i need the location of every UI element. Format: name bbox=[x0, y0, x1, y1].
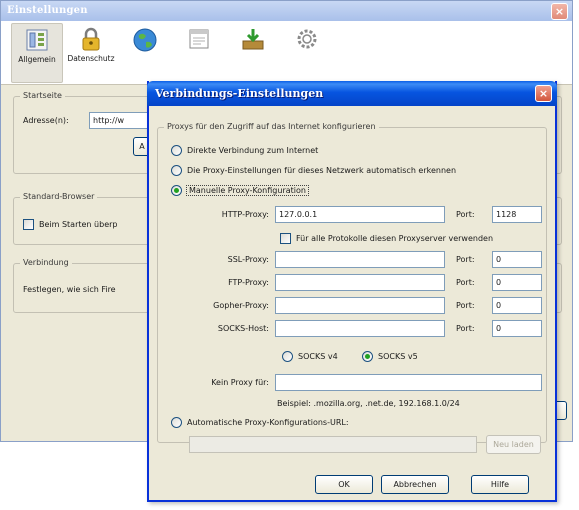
verbindung-title: Verbindung bbox=[20, 258, 72, 267]
reload-button[interactable]: Neu laden bbox=[486, 435, 541, 454]
http-proxy-label: HTTP-Proxy: bbox=[221, 210, 269, 219]
socks-v4-radio[interactable] bbox=[282, 351, 293, 362]
address-label: Adresse(n): bbox=[23, 116, 69, 125]
auto-config-url-radio[interactable] bbox=[171, 417, 182, 428]
gopher-port-input[interactable]: 0 bbox=[492, 297, 542, 314]
auto-config-url-input[interactable] bbox=[189, 436, 477, 453]
ftp-port-input[interactable]: 0 bbox=[492, 274, 542, 291]
use-same-proxy-checkbox[interactable] bbox=[280, 233, 291, 244]
dialog-body: Proxys für den Zugriff auf das Internet … bbox=[149, 106, 555, 500]
settings-close-button[interactable]: × bbox=[551, 3, 568, 20]
web-features-globe-icon bbox=[133, 28, 157, 52]
tab-downloads[interactable] bbox=[227, 23, 279, 83]
tab-web-features[interactable] bbox=[119, 23, 171, 83]
gopher-port-label: Port: bbox=[456, 301, 475, 310]
http-port-input[interactable]: 1128 bbox=[492, 206, 542, 223]
direct-connection-label: Direkte Verbindung zum Internet bbox=[187, 146, 319, 155]
settings-title: Einstellungen bbox=[7, 5, 88, 16]
socks-host-input[interactable] bbox=[275, 320, 445, 337]
dialog-title: Verbindungs-Einstellungen bbox=[155, 87, 324, 100]
downloads-window-icon bbox=[189, 29, 209, 49]
general-icon bbox=[26, 29, 48, 51]
auto-config-url-label: Automatische Proxy-Konfigurations-URL: bbox=[187, 418, 349, 427]
manual-proxy-radio[interactable] bbox=[171, 185, 182, 196]
default-browser-checkbox[interactable] bbox=[23, 219, 34, 230]
http-port-label: Port: bbox=[456, 210, 475, 219]
no-proxy-input[interactable] bbox=[275, 374, 542, 391]
default-browser-label: Beim Starten überp bbox=[39, 220, 118, 229]
manual-proxy-label: Manuelle Proxy-Konfiguration bbox=[186, 185, 309, 196]
tab-advanced[interactable] bbox=[281, 23, 333, 83]
cancel-button[interactable]: Abbrechen bbox=[381, 475, 449, 494]
downloads-tray-icon bbox=[242, 29, 264, 50]
ftp-proxy-input[interactable] bbox=[275, 274, 445, 291]
ssl-port-label: Port: bbox=[456, 255, 475, 264]
tab-privacy[interactable]: Datenschutz bbox=[65, 23, 117, 83]
use-same-proxy-label: Für alle Protokolle diesen Proxyserver v… bbox=[296, 234, 494, 243]
help-button[interactable]: Hilfe bbox=[471, 475, 529, 494]
settings-titlebar: Einstellungen × bbox=[1, 1, 572, 21]
gopher-proxy-input[interactable] bbox=[275, 297, 445, 314]
ftp-proxy-label: FTP-Proxy: bbox=[228, 278, 269, 287]
startseite-title: Startseite bbox=[20, 91, 65, 100]
tab-general[interactable]: Allgemein bbox=[11, 23, 63, 83]
direct-connection-radio[interactable] bbox=[171, 145, 182, 156]
no-proxy-example: Beispiel: .mozilla.org, .net.de, 192.168… bbox=[277, 399, 460, 408]
tab-downloads-window[interactable] bbox=[173, 23, 225, 83]
proxy-group-title: Proxys für den Zugriff auf das Internet … bbox=[164, 122, 379, 131]
socks-v4-label: SOCKS v4 bbox=[298, 352, 338, 361]
ssl-proxy-input[interactable] bbox=[275, 251, 445, 268]
socks-port-label: Port: bbox=[456, 324, 475, 333]
dialog-titlebar: Verbindungs-Einstellungen × bbox=[147, 81, 557, 106]
dialog-close-button[interactable]: × bbox=[535, 85, 552, 102]
ok-button[interactable]: OK bbox=[315, 475, 373, 494]
tab-general-label: Allgemein bbox=[18, 55, 56, 64]
auto-detect-radio[interactable] bbox=[171, 165, 182, 176]
ftp-port-label: Port: bbox=[456, 278, 475, 287]
ssl-port-input[interactable]: 0 bbox=[492, 251, 542, 268]
connection-settings-dialog: Verbindungs-Einstellungen × Proxys für d… bbox=[147, 81, 557, 502]
socks-v5-radio[interactable] bbox=[362, 351, 373, 362]
auto-detect-label: Die Proxy-Einstellungen für dieses Netzw… bbox=[187, 166, 457, 175]
settings-toolbar: Allgemein Datenschutz bbox=[1, 21, 572, 85]
gopher-proxy-label: Gopher-Proxy: bbox=[213, 301, 269, 310]
socks-v5-label: SOCKS v5 bbox=[378, 352, 418, 361]
no-proxy-label: Kein Proxy für: bbox=[211, 378, 269, 387]
verbindung-text: Festlegen, wie sich Fire bbox=[23, 285, 116, 294]
ssl-proxy-label: SSL-Proxy: bbox=[227, 255, 269, 264]
standard-browser-title: Standard-Browser bbox=[20, 192, 98, 201]
http-proxy-input[interactable]: 127.0.0.1 bbox=[275, 206, 445, 223]
socks-port-input[interactable]: 0 bbox=[492, 320, 542, 337]
advanced-gear-icon bbox=[297, 29, 317, 49]
tab-privacy-label: Datenschutz bbox=[67, 54, 115, 63]
socks-host-label: SOCKS-Host: bbox=[217, 324, 269, 333]
privacy-lock-icon bbox=[82, 27, 100, 51]
home-address-input[interactable]: http://w bbox=[89, 112, 149, 129]
